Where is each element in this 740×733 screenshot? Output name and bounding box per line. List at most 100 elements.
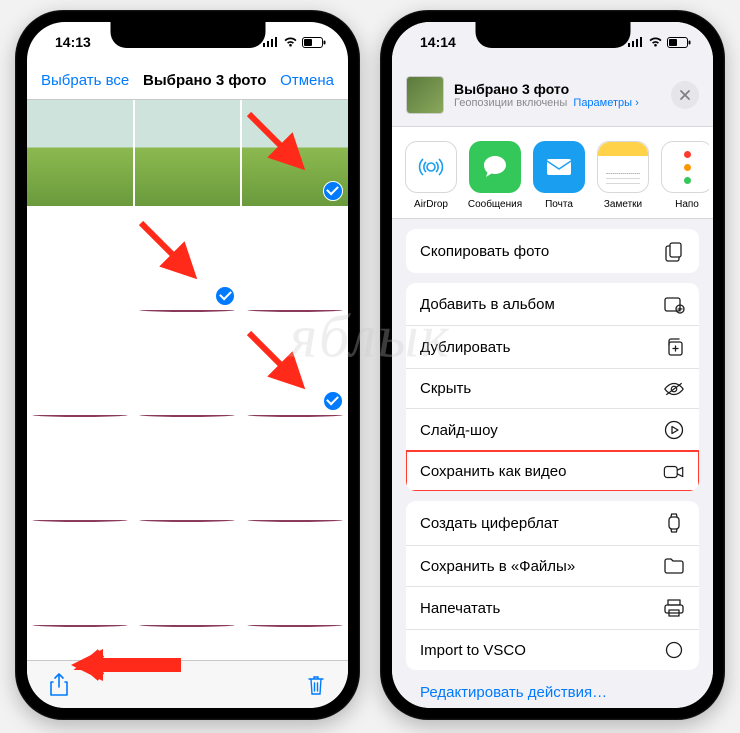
action-row-print[interactable]: Напечатать [406,586,699,629]
photo-cell[interactable] [135,520,241,626]
action-label: Скрыть [420,380,471,397]
sheet-header: Выбрано 3 фото Геопозиции включены Парам… [392,62,713,126]
dots-icon [661,141,709,193]
folder-icon [663,557,685,575]
screen-right: 14:14 Выбрано 3 фото Геопозиции включены… [392,22,713,708]
trash-button[interactable] [306,674,326,696]
action-row-watch[interactable]: Создать циферблат [406,501,699,545]
app-label: Сообщения [468,199,522,210]
wifi-icon [283,37,298,48]
share-app-notes[interactable]: Заметки [594,141,652,210]
photo-cell[interactable] [242,625,348,660]
duplicate-icon [663,337,685,357]
field-photo [135,100,241,206]
status-time: 14:14 [420,34,456,50]
photo-cell[interactable] [27,205,133,311]
share-app-other[interactable]: Напо [658,141,709,210]
selected-check-icon [323,391,343,411]
navbar: Выбрать все Выбрано 3 фото Отмена [27,62,348,100]
photo-cell[interactable] [242,310,348,416]
cancel-button[interactable]: Отмена [280,72,334,89]
album-icon [663,294,685,314]
photo-cell[interactable] [135,625,241,660]
action-row-hide[interactable]: Скрыть [406,368,699,408]
edit-actions-link[interactable]: Редактировать действия… [392,670,713,708]
action-row-album[interactable]: Добавить в альбом [406,283,699,325]
photo-cell[interactable] [27,310,133,416]
photo-cell[interactable] [135,100,241,206]
share-app-mail[interactable]: Почта [530,141,588,210]
action-label: Напечатать [420,600,500,617]
sheet-title: Выбрано 3 фото [454,81,639,97]
photo-cell[interactable] [135,310,241,416]
status-icons [263,37,326,48]
photo-grid[interactable] [27,100,348,660]
photo-cell[interactable] [27,100,133,206]
sheet-subtitle: Геопозиции включены Параметры › [454,97,639,109]
notch [110,22,265,48]
photo-cell[interactable] [135,415,241,521]
action-section: Добавить в альбом Дублировать Скрыть Слайд-… [406,283,699,491]
select-all-button[interactable]: Выбрать все [41,72,129,89]
close-icon [679,89,691,101]
share-button[interactable] [49,673,69,697]
action-label: Создать циферблат [420,515,559,532]
action-row-copy[interactable]: Скопировать фото [406,229,699,273]
phone-left: 14:13 Выбрать все Выбрано 3 фото Отмена [15,10,360,720]
action-label: Дублировать [420,339,510,356]
selected-check-icon [323,181,343,201]
field-photo [27,100,133,206]
photo-cell[interactable] [242,205,348,311]
action-label: Сохранить как видео [420,463,566,480]
toolbar [27,660,348,708]
status-time: 14:13 [55,34,91,50]
photo-cell[interactable] [27,625,133,660]
share-sheet: Выбрано 3 фото Геопозиции включены Парам… [392,62,713,708]
photo-cell[interactable] [135,205,241,311]
battery-icon [302,37,326,48]
action-row-folder[interactable]: Сохранить в «Файлы» [406,545,699,586]
app-label: Почта [545,199,573,210]
notes-icon [597,141,649,193]
cellular-icon [628,37,644,47]
action-row-video[interactable]: Сохранить как видео [406,451,699,491]
action-section: Скопировать фото [406,229,699,273]
photo-cell[interactable] [242,415,348,521]
screen-left: 14:13 Выбрать все Выбрано 3 фото Отмена [27,22,348,708]
photo-cell[interactable] [242,520,348,626]
airdrop-icon [405,141,457,193]
action-section: Создать циферблат Сохранить в «Файлы» Напе… [406,501,699,670]
watch-icon [663,512,685,534]
photo-cell[interactable] [27,415,133,521]
phone-right: 14:14 Выбрано 3 фото Геопозиции включены… [380,10,725,720]
share-apps-row: AirDrop Сообщения Почта Заметки Напо [392,126,713,219]
action-label: Слайд-шоу [420,422,498,439]
photo-cell[interactable] [27,520,133,626]
action-row-circle[interactable]: Import to VSCO [406,629,699,670]
photo-cell[interactable] [242,100,348,206]
notch [475,22,630,48]
selected-check-icon [215,286,235,306]
options-link[interactable]: Параметры › [573,97,638,109]
app-label: AirDrop [414,199,448,210]
share-app-airdrop[interactable]: AirDrop [402,141,460,210]
envelope-icon [533,141,585,193]
selection-thumbnail [406,76,444,114]
action-row-play[interactable]: Слайд-шоу [406,408,699,451]
action-label: Скопировать фото [420,243,549,260]
navbar-title: Выбрано 3 фото [143,72,266,89]
video-icon [663,464,685,480]
wifi-icon [648,37,663,48]
app-label: Напо [675,199,699,210]
print-icon [663,598,685,618]
action-row-duplicate[interactable]: Дублировать [406,325,699,368]
action-label: Добавить в альбом [420,296,555,313]
cellular-icon [263,37,279,47]
status-icons [628,37,691,48]
action-label: Import to VSCO [420,642,526,659]
app-label: Заметки [604,199,642,210]
close-button[interactable] [671,81,699,109]
bubble-icon [469,141,521,193]
circle-icon [663,641,685,659]
share-app-messages[interactable]: Сообщения [466,141,524,210]
